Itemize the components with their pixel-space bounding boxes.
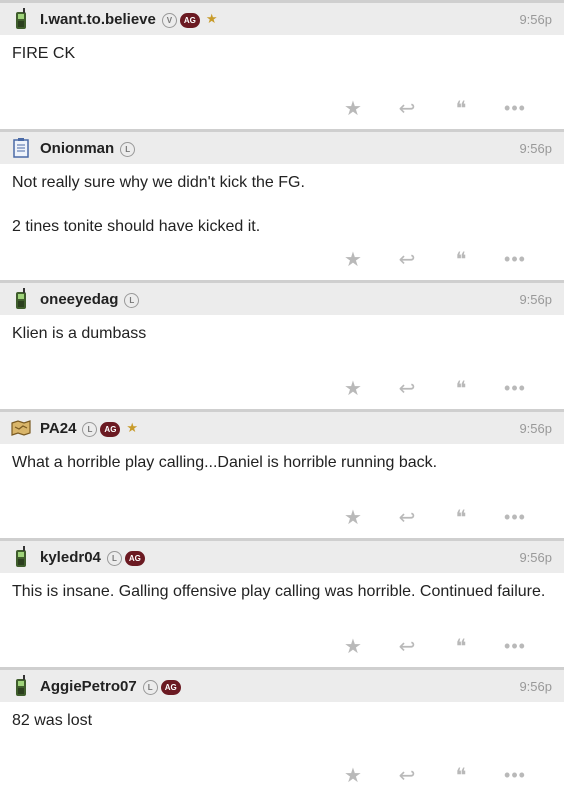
star-icon[interactable]: ★ [326, 505, 380, 530]
reply-icon[interactable]: ↩ [380, 96, 434, 121]
badge-group: L AG ★ [82, 419, 138, 437]
reply-icon[interactable]: ↩ [380, 505, 434, 530]
post-actions: ★ ↩ ❝ ••• [0, 625, 564, 667]
star-icon[interactable]: ★ [326, 763, 380, 788]
quote-icon[interactable]: ❝ [434, 505, 488, 530]
post-header: oneeyedag L 9:56p [0, 283, 564, 315]
cellphone-icon[interactable] [10, 288, 32, 310]
more-dots-icon[interactable]: ••• [488, 378, 542, 399]
more-dots-icon[interactable]: ••• [488, 249, 542, 270]
post-text-line: This is insane. Galling offensive play c… [12, 583, 546, 600]
reply-icon[interactable]: ↩ [380, 376, 434, 401]
post-0: I.want.to.believe V AG ★ 9:56p FIRE CK ★ ↩ ❝… [0, 0, 564, 129]
post-body: What a horrible play calling...Daniel is… [0, 444, 564, 496]
post-text-line: Klien is a dumbass [12, 325, 147, 342]
post-actions: ★ ↩ ❝ ••• [0, 367, 564, 409]
reply-icon[interactable]: ↩ [380, 634, 434, 659]
badge-l: L [120, 142, 136, 157]
star-icon[interactable]: ★ [326, 96, 380, 121]
star-icon[interactable]: ★ [326, 247, 380, 272]
username-link[interactable]: AggiePetro07 [40, 678, 137, 695]
post-2: oneeyedag L 9:56p Klien is a dumbass ★ ↩ ❝… [0, 280, 564, 409]
badge-group: L AG [142, 677, 185, 695]
more-dots-icon[interactable]: ••• [488, 507, 542, 528]
post-actions: ★ ↩ ❝ ••• [0, 496, 564, 538]
post-timestamp[interactable]: 9:56p [519, 141, 552, 156]
username-link[interactable]: I.want.to.believe [40, 11, 156, 28]
post-4: kyledr04 L AG 9:56p This is insane. Galli… [0, 538, 564, 667]
post-text-line [12, 194, 552, 216]
reply-icon[interactable]: ↩ [380, 247, 434, 272]
more-dots-icon[interactable]: ••• [488, 98, 542, 119]
cellphone-icon[interactable] [10, 675, 32, 697]
ag-badge: AG [160, 680, 181, 695]
post-header: PA24 L AG ★ 9:56p [0, 412, 564, 444]
quote-icon[interactable]: ❝ [434, 96, 488, 121]
badge-v: V [161, 13, 177, 28]
post-timestamp[interactable]: 9:56p [519, 550, 552, 565]
username-link[interactable]: kyledr04 [40, 549, 101, 566]
username-link[interactable]: oneeyedag [40, 291, 118, 308]
post-body: FIRE CK [0, 35, 564, 87]
post-header: Onionman L 9:56p [0, 132, 564, 164]
star-icon[interactable]: ★ [326, 634, 380, 659]
post-text-line: 82 was lost [12, 712, 93, 729]
badge-l: L [124, 293, 140, 308]
reply-icon[interactable]: ↩ [380, 763, 434, 788]
quote-icon[interactable]: ❝ [434, 247, 488, 272]
treasure-map-icon[interactable] [10, 417, 32, 439]
post-timestamp[interactable]: 9:56p [519, 679, 552, 694]
post-timestamp[interactable]: 9:56p [519, 12, 552, 27]
quote-icon[interactable]: ❝ [434, 376, 488, 401]
ag-badge: AG [100, 422, 121, 437]
post-body: Klien is a dumbass [0, 315, 564, 367]
post-text-line: FIRE CK [12, 45, 76, 62]
quote-icon[interactable]: ❝ [434, 763, 488, 788]
post-timestamp[interactable]: 9:56p [519, 292, 552, 307]
post-5: AggiePetro07 L AG 9:56p 82 was lost ★ ↩ ❝ ••… [0, 667, 564, 796]
more-dots-icon[interactable]: ••• [488, 765, 542, 786]
post-1: Onionman L 9:56p Not really sure why we … [0, 129, 564, 280]
username-link[interactable]: PA24 [40, 420, 76, 437]
cellphone-icon[interactable] [10, 8, 32, 30]
badge-group: L [120, 139, 138, 157]
post-body: 82 was lost [0, 702, 564, 754]
post-body: Not really sure why we didn't kick the F… [0, 164, 564, 238]
badge-group: L [124, 290, 142, 308]
badge-group: L AG [106, 548, 149, 566]
post-text-line: 2 tines tonite should have kicked it. [12, 218, 261, 235]
post-3: PA24 L AG ★ 9:56p What a horrible play cal… [0, 409, 564, 538]
star-badge-icon: ★ [126, 420, 139, 435]
badge-l: L [106, 551, 122, 566]
badge-l: L [82, 422, 98, 437]
badge-l: L [142, 680, 158, 695]
badge-group: V AG ★ [161, 10, 218, 28]
post-actions: ★ ↩ ❝ ••• [0, 87, 564, 129]
ag-badge: AG [124, 551, 145, 566]
post-actions: ★ ↩ ❝ ••• [0, 754, 564, 796]
post-header: I.want.to.believe V AG ★ 9:56p [0, 3, 564, 35]
notepad-icon[interactable] [10, 137, 32, 159]
post-text-line: Not really sure why we didn't kick the F… [12, 174, 305, 191]
post-feed: I.want.to.believe V AG ★ 9:56p FIRE CK ★ ↩ ❝… [0, 0, 564, 796]
more-dots-icon[interactable]: ••• [488, 636, 542, 657]
post-header: kyledr04 L AG 9:56p [0, 541, 564, 573]
star-icon[interactable]: ★ [326, 376, 380, 401]
ag-badge: AG [179, 13, 200, 28]
star-badge-icon: ★ [205, 11, 218, 26]
post-text-line: What a horrible play calling...Daniel is… [12, 454, 438, 471]
post-actions: ★ ↩ ❝ ••• [0, 238, 564, 280]
quote-icon[interactable]: ❝ [434, 634, 488, 659]
cellphone-icon[interactable] [10, 546, 32, 568]
post-body: This is insane. Galling offensive play c… [0, 573, 564, 625]
post-header: AggiePetro07 L AG 9:56p [0, 670, 564, 702]
username-link[interactable]: Onionman [40, 140, 114, 157]
post-timestamp[interactable]: 9:56p [519, 421, 552, 436]
